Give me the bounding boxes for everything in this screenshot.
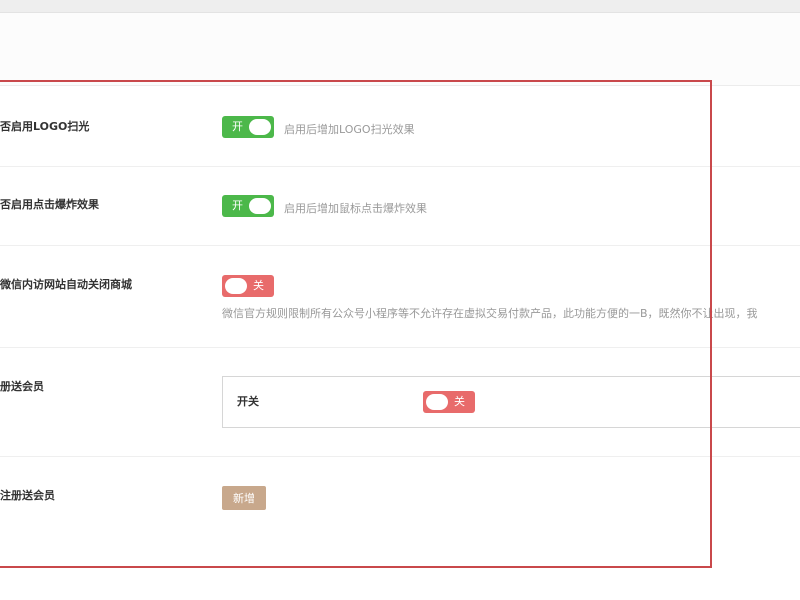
wechat-close-label: 微信内访网站自动关闭商城 xyxy=(0,278,132,291)
highlight-box xyxy=(0,80,712,568)
register-gift-switch-label: 开关 xyxy=(237,395,259,408)
logo-shine-toggle[interactable]: 开 xyxy=(222,116,274,138)
toggle-knob xyxy=(426,394,448,410)
register-gift-toggle[interactable]: 关 xyxy=(423,391,475,413)
row-divider xyxy=(0,166,800,167)
click-burst-hint: 启用后增加鼠标点击爆炸效果 xyxy=(284,202,427,215)
top-strip xyxy=(0,0,800,13)
click-burst-toggle-text: 开 xyxy=(232,199,243,212)
row-divider xyxy=(0,456,800,457)
wechat-close-toggle[interactable]: 关 xyxy=(222,275,274,297)
toggle-knob xyxy=(249,198,271,214)
register-gift-panel: 开关 关 xyxy=(222,376,800,428)
toggle-knob xyxy=(249,119,271,135)
row-divider xyxy=(0,347,800,348)
wechat-close-toggle-text: 关 xyxy=(253,279,264,292)
page-header xyxy=(0,13,800,86)
click-burst-label: 否启用点击爆炸效果 xyxy=(0,198,99,211)
wechat-close-hint: 微信官方规则限制所有公众号小程序等不允许存在虚拟交易付款产品，此功能方便的一B，… xyxy=(222,307,758,320)
logo-shine-label: 否启用LOGO扫光 xyxy=(0,120,90,133)
logo-shine-toggle-text: 开 xyxy=(232,120,243,133)
register-gift-label: 册送会员 xyxy=(0,380,44,393)
register-gift-toggle-text: 关 xyxy=(454,395,465,408)
logo-shine-hint: 启用后增加LOGO扫光效果 xyxy=(284,123,415,136)
row-divider xyxy=(0,245,800,246)
add-button[interactable]: 新增 xyxy=(222,486,266,510)
click-burst-toggle[interactable]: 开 xyxy=(222,195,274,217)
follow-gift-label: 注册送会员 xyxy=(0,489,55,502)
toggle-knob xyxy=(225,278,247,294)
